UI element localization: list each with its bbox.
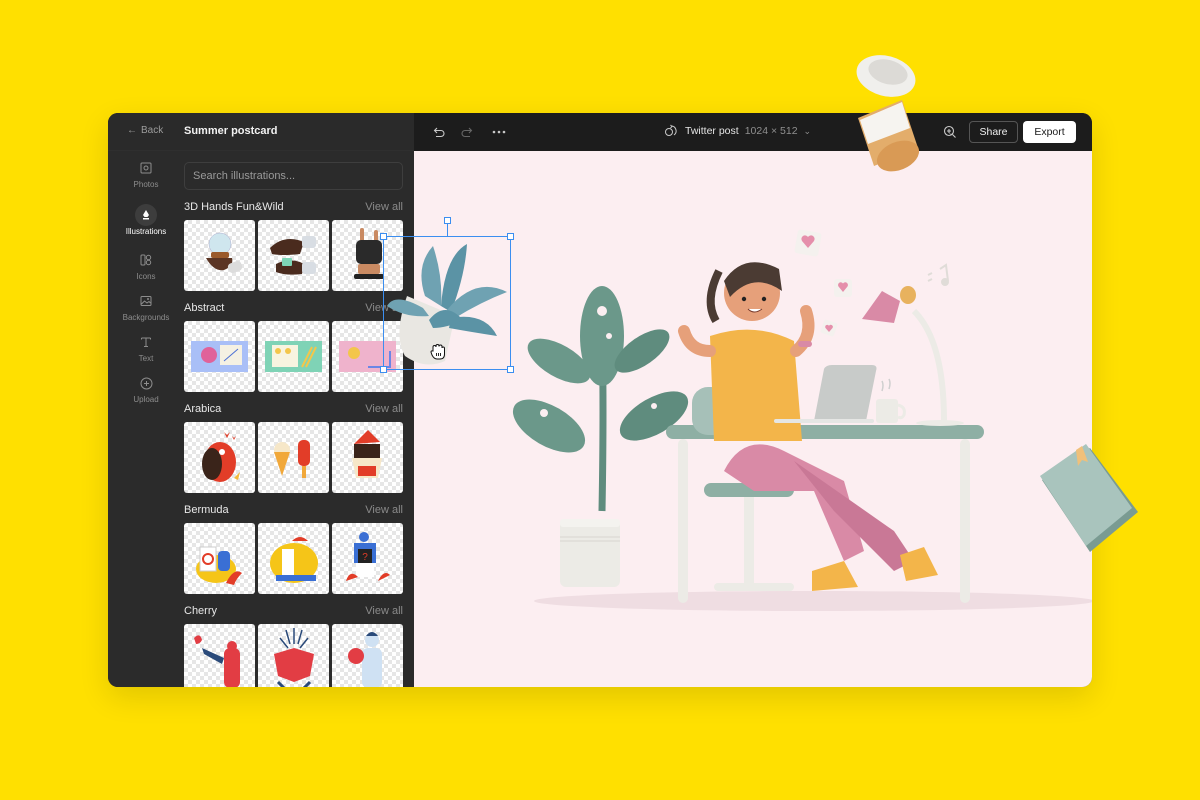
thumb-hands-with-gift[interactable] [258, 220, 329, 291]
thumb-abstract-people-board[interactable] [258, 321, 329, 392]
arrow-left-icon: ← [127, 125, 137, 136]
back-button[interactable]: ← Back [127, 125, 163, 136]
thumb-arabica-monster-hearts[interactable] [184, 422, 255, 493]
section-title: Bermuda [184, 504, 229, 516]
design-canvas[interactable] [414, 151, 1092, 687]
format-selector[interactable]: Twitter post 1024 × 512 ⌄ [664, 124, 811, 138]
rail-label: Photos [133, 180, 159, 189]
resize-handle-top-right[interactable] [507, 233, 514, 240]
rail-label: Upload [133, 395, 159, 404]
export-button[interactable]: Export [1023, 121, 1076, 143]
thumb-arabica-icecream-popsicle[interactable] [258, 422, 329, 493]
thumb-abstract-power-button[interactable] [184, 321, 255, 392]
rail-item-icons[interactable]: Icons [108, 249, 184, 290]
coffee-mug [876, 378, 906, 423]
resize-handle-top-left[interactable] [380, 233, 387, 240]
illustrations-panel: 3D Hands Fun&Wild View all [184, 151, 414, 687]
back-label: Back [141, 125, 164, 136]
rail-label: Backgrounds [122, 313, 170, 322]
document-title: Summer postcard [184, 125, 278, 137]
thumb-bermuda-chef-cloche[interactable] [258, 523, 329, 594]
resize-handle-bottom-left[interactable] [380, 366, 387, 373]
left-pane: ← Back Summer postcard Photos Illustrati… [108, 113, 414, 687]
thumb-cherry-man-fan[interactable] [332, 624, 403, 687]
monstera-plant [512, 286, 689, 587]
view-all-link[interactable]: View all [365, 201, 403, 213]
svg-text:?: ? [362, 552, 368, 563]
section-abstract: Abstract View all [184, 300, 403, 392]
editor-window: ← Back Summer postcard Photos Illustrati… [108, 113, 1092, 687]
section-cherry: Cherry View all [184, 603, 403, 687]
zoom-in-button[interactable] [941, 123, 959, 141]
search-input[interactable] [184, 162, 403, 190]
canvas-artwork [512, 229, 1092, 611]
share-button[interactable]: Share [969, 121, 1018, 143]
floor-shadow [534, 591, 1092, 611]
rail-label: Illustrations [125, 227, 167, 236]
section-title: Abstract [184, 302, 225, 314]
rail-label: Icons [136, 272, 156, 281]
rail-item-upload[interactable]: Upload [108, 372, 184, 413]
pen-nib-icon [135, 204, 157, 226]
undo-icon [433, 127, 444, 138]
rotate-handle[interactable] [444, 217, 451, 224]
floating-coffee-cup [848, 48, 928, 173]
thumb-arabica-santa[interactable] [332, 422, 403, 493]
undo-button[interactable] [430, 123, 448, 141]
section-title: 3D Hands Fun&Wild [184, 201, 284, 213]
section-arabica: Arabica View all [184, 401, 403, 493]
text-icon [135, 331, 157, 353]
thumb-bermuda-question-box[interactable]: ? [332, 523, 403, 594]
view-all-link[interactable]: View all [365, 605, 403, 617]
music-notes [927, 263, 949, 286]
tool-rail: Photos Illustrations Icons Backgrounds T… [108, 157, 184, 413]
redo-icon [461, 127, 472, 138]
resize-handle-bottom-right[interactable] [507, 366, 514, 373]
rail-item-backgrounds[interactable]: Backgrounds [108, 290, 184, 331]
rail-label: Text [138, 354, 154, 363]
section-title: Cherry [184, 605, 218, 617]
top-toolbar: Twitter post 1024 × 512 ⌄ ⌄ Share Export [414, 113, 1092, 151]
left-topbar: ← Back Summer postcard [108, 113, 414, 151]
rotate-handle-line [447, 224, 448, 237]
section-title: Arabica [184, 403, 222, 415]
more-icon [492, 130, 506, 134]
view-all-link[interactable]: View all [365, 504, 403, 516]
rail-item-text[interactable]: Text [108, 331, 184, 372]
section-3d-hands: 3D Hands Fun&Wild View all [184, 199, 403, 291]
format-name: Twitter post [685, 125, 739, 137]
rail-item-photos[interactable]: Photos [108, 157, 184, 198]
chevron-down-icon: ⌄ [803, 125, 812, 136]
plus-circle-icon [135, 372, 157, 394]
view-all-link[interactable]: View all [365, 403, 403, 415]
format-dimensions: 1024 × 512 [744, 125, 798, 137]
redo-button[interactable] [457, 123, 475, 141]
thumb-bermuda-stop-sign[interactable] [184, 523, 255, 594]
photo-icon [135, 157, 157, 179]
floating-notebook [1038, 440, 1138, 558]
more-button[interactable] [490, 123, 508, 141]
selection-box[interactable] [380, 217, 514, 373]
zoom-in-icon [943, 125, 956, 138]
image-icon [135, 290, 157, 312]
section-bermuda: Bermuda View all ? [184, 502, 403, 594]
rail-item-illustrations[interactable]: Illustrations [108, 204, 184, 245]
resize-icon [664, 124, 679, 138]
thumb-hand-snow-globe[interactable] [184, 220, 255, 291]
thumb-cherry-megaphone[interactable] [184, 624, 255, 687]
shapes-icon [135, 249, 157, 271]
thumb-cherry-open-box[interactable] [258, 624, 329, 687]
